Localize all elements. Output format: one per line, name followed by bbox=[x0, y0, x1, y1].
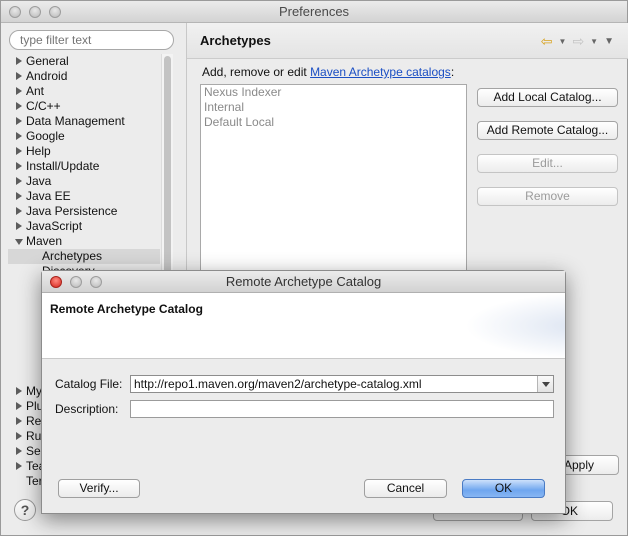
dialog-titlebar: Remote Archetype Catalog bbox=[42, 271, 565, 293]
tree-item-cpp[interactable]: C/C++ bbox=[8, 99, 160, 114]
chevron-down-icon[interactable]: ▼ bbox=[559, 37, 567, 46]
expand-triangle-icon[interactable] bbox=[16, 432, 22, 440]
tree-item-data-management[interactable]: Data Management bbox=[8, 114, 160, 129]
tree-item-maven[interactable]: Maven bbox=[8, 234, 160, 249]
expand-triangle-icon[interactable] bbox=[16, 87, 22, 95]
expand-triangle-icon[interactable] bbox=[16, 162, 22, 170]
add-local-catalog-button[interactable]: Add Local Catalog... bbox=[477, 88, 618, 107]
expand-triangle-icon[interactable] bbox=[16, 117, 22, 125]
dialog-header: Remote Archetype Catalog bbox=[42, 293, 565, 359]
expand-triangle-icon[interactable] bbox=[16, 207, 22, 215]
zoom-window-button[interactable] bbox=[49, 6, 61, 18]
expand-triangle-icon[interactable] bbox=[16, 192, 22, 200]
expand-triangle-icon[interactable] bbox=[16, 462, 22, 470]
catalog-file-value[interactable]: http://repo1.maven.org/maven2/archetype-… bbox=[134, 377, 421, 391]
dialog-zoom-button[interactable] bbox=[90, 276, 102, 288]
ok-button[interactable]: OK bbox=[462, 479, 545, 498]
expand-triangle-icon[interactable] bbox=[16, 387, 22, 395]
expand-triangle-icon[interactable] bbox=[16, 222, 22, 230]
description-label: Description: bbox=[55, 402, 119, 416]
expand-triangle-icon[interactable] bbox=[16, 132, 22, 140]
dialog-minimize-button[interactable] bbox=[70, 276, 82, 288]
tree-item-google[interactable]: Google bbox=[8, 129, 160, 144]
combo-arrow-icon[interactable] bbox=[537, 376, 553, 392]
chevron-down-icon[interactable]: ▼ bbox=[590, 37, 598, 46]
view-menu-icon[interactable]: ▼ bbox=[604, 36, 614, 47]
expand-triangle-icon[interactable] bbox=[16, 177, 22, 185]
edit-button[interactable]: Edit... bbox=[477, 154, 618, 173]
filter-input[interactable] bbox=[9, 30, 174, 50]
expand-triangle-icon[interactable] bbox=[16, 72, 22, 80]
dialog-window-controls bbox=[50, 276, 102, 288]
tree-item-java-ee[interactable]: Java EE bbox=[8, 189, 160, 204]
maven-archetype-catalogs-link[interactable]: Maven Archetype catalogs bbox=[310, 65, 451, 79]
expand-triangle-icon[interactable] bbox=[16, 57, 22, 65]
minimize-window-button[interactable] bbox=[29, 6, 41, 18]
tree-item-java[interactable]: Java bbox=[8, 174, 160, 189]
page-navigation: ⇦ ▼ ⇨ ▼ ▼ bbox=[541, 33, 614, 50]
tree-item-java-persistence[interactable]: Java Persistence bbox=[8, 204, 160, 219]
collapse-triangle-icon[interactable] bbox=[15, 239, 23, 245]
forward-arrow-icon[interactable]: ⇨ bbox=[572, 33, 584, 50]
page-intro: Add, remove or edit Maven Archetype cata… bbox=[202, 65, 455, 79]
tree-item-help[interactable]: Help bbox=[8, 144, 160, 159]
list-item[interactable]: Nexus Indexer bbox=[201, 85, 466, 100]
window-title: Preferences bbox=[278, 4, 350, 19]
expand-triangle-icon[interactable] bbox=[16, 147, 22, 155]
verify-button[interactable]: Verify... bbox=[58, 479, 140, 498]
catalog-file-combo[interactable]: http://repo1.maven.org/maven2/archetype-… bbox=[130, 375, 554, 393]
list-item[interactable]: Internal bbox=[201, 100, 466, 115]
page-title: Archetypes bbox=[200, 33, 271, 48]
tree-item-install-update[interactable]: Install/Update bbox=[8, 159, 160, 174]
list-item[interactable]: Default Local bbox=[201, 115, 466, 130]
scrollbar-thumb[interactable] bbox=[164, 56, 171, 276]
expand-triangle-icon[interactable] bbox=[16, 417, 22, 425]
tree-item-archetypes[interactable]: Archetypes bbox=[8, 249, 160, 264]
dialog-title: Remote Archetype Catalog bbox=[225, 274, 382, 289]
tree-item-javascript[interactable]: JavaScript bbox=[8, 219, 160, 234]
expand-triangle-icon[interactable] bbox=[16, 447, 22, 455]
remove-button[interactable]: Remove bbox=[477, 187, 618, 206]
window-controls bbox=[9, 6, 61, 18]
catalog-file-label: Catalog File: bbox=[55, 377, 123, 391]
page-header: Archetypes ⇦ ▼ ⇨ ▼ ▼ bbox=[187, 23, 628, 59]
cancel-button[interactable]: Cancel bbox=[364, 479, 447, 498]
remote-archetype-catalog-dialog: Remote Archetype Catalog Remote Archetyp… bbox=[41, 270, 566, 514]
tree-item-general[interactable]: General bbox=[8, 54, 160, 69]
help-icon[interactable]: ? bbox=[14, 499, 36, 521]
catalog-list[interactable]: Nexus Indexer Internal Default Local bbox=[200, 84, 467, 274]
description-field[interactable] bbox=[130, 400, 554, 418]
tree-item-ant[interactable]: Ant bbox=[8, 84, 160, 99]
expand-triangle-icon[interactable] bbox=[16, 402, 22, 410]
add-remote-catalog-button[interactable]: Add Remote Catalog... bbox=[477, 121, 618, 140]
tree-item-android[interactable]: Android bbox=[8, 69, 160, 84]
close-window-button[interactable] bbox=[9, 6, 21, 18]
dialog-header-title: Remote Archetype Catalog bbox=[50, 302, 203, 316]
window-titlebar: Preferences bbox=[1, 1, 627, 23]
back-arrow-icon[interactable]: ⇦ bbox=[541, 33, 553, 50]
header-decoration bbox=[465, 293, 565, 358]
dialog-close-button[interactable] bbox=[50, 276, 62, 288]
expand-triangle-icon[interactable] bbox=[16, 102, 22, 110]
